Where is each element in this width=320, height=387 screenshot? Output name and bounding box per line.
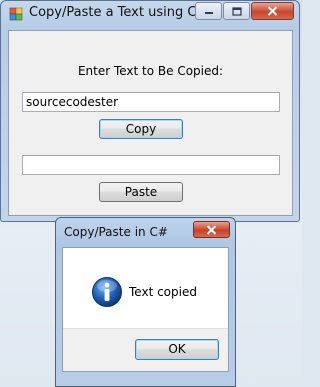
paste-button[interactable]: Paste — [99, 182, 183, 202]
caption-buttons — [195, 2, 294, 20]
source-text-input[interactable]: sourcecodester — [22, 92, 280, 112]
close-icon — [267, 6, 278, 16]
maximize-icon — [231, 6, 242, 16]
app-icon — [9, 7, 23, 21]
copy-button[interactable]: Copy — [99, 119, 183, 139]
message-box-footer: OK — [63, 328, 228, 371]
maximize-button[interactable] — [223, 2, 250, 20]
paste-target-input[interactable] — [22, 155, 280, 175]
minimize-icon — [204, 12, 213, 14]
message-text: Text copied — [129, 285, 197, 299]
ok-button[interactable]: OK — [135, 339, 219, 360]
message-box-window: Copy/Paste in C# Text copied OK — [55, 217, 236, 387]
message-box-title: Copy/Paste in C# — [64, 225, 168, 239]
close-button[interactable] — [251, 2, 294, 20]
minimize-button[interactable] — [195, 2, 222, 20]
info-icon — [92, 277, 122, 307]
enter-text-label: Enter Text to Be Copied: — [77, 64, 224, 78]
main-window: Copy/Paste a Text using C# Enter Text to… — [0, 0, 300, 222]
message-box-client-area: Text copied OK — [62, 247, 229, 372]
message-box-close-button[interactable] — [193, 221, 230, 238]
close-icon — [206, 224, 217, 235]
main-client-area: Enter Text to Be Copied: sourcecodester … — [8, 30, 293, 216]
main-window-title: Copy/Paste a Text using C# — [29, 5, 208, 20]
